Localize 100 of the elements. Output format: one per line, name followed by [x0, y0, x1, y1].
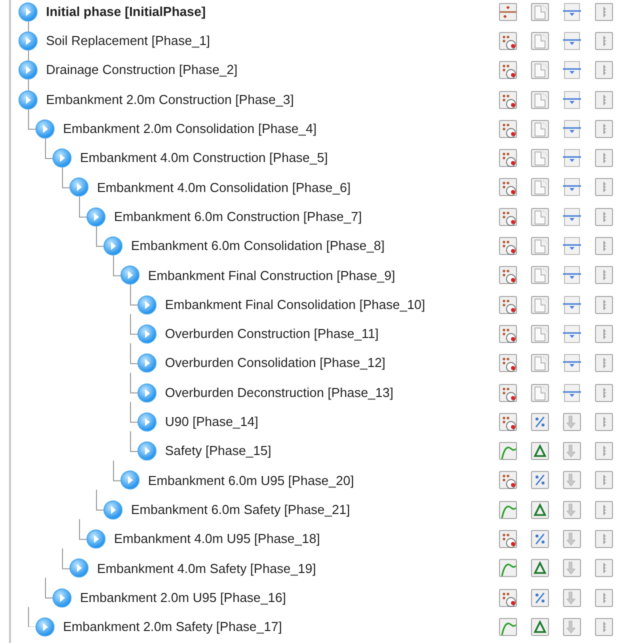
page-icon[interactable]	[530, 353, 550, 374]
k0-phase-icon[interactable]	[498, 2, 518, 22]
staged-construction-icon[interactable]	[498, 148, 518, 168]
thermometer-icon[interactable]	[594, 236, 614, 256]
water-level-icon[interactable]	[562, 177, 582, 198]
phase-icon[interactable]	[35, 118, 55, 139]
phase-icon[interactable]	[103, 236, 123, 256]
staged-construction-icon[interactable]	[498, 206, 518, 227]
thermometer-icon[interactable]	[594, 118, 614, 139]
staged-construction-icon[interactable]	[498, 60, 518, 80]
page-icon[interactable]	[530, 294, 550, 315]
staged-construction-icon[interactable]	[498, 382, 518, 402]
staged-construction-icon[interactable]	[498, 118, 518, 139]
water-level-icon[interactable]	[562, 2, 582, 22]
page-icon[interactable]	[530, 324, 550, 344]
staged-construction-icon[interactable]	[498, 412, 518, 432]
curve-icon[interactable]	[498, 558, 518, 578]
delta-icon[interactable]	[530, 441, 550, 462]
staged-construction-icon[interactable]	[498, 324, 518, 344]
water-level-icon[interactable]	[562, 30, 582, 51]
staged-construction-icon[interactable]	[498, 528, 518, 549]
thermometer-icon[interactable]	[594, 412, 614, 432]
phase-icon[interactable]	[35, 616, 55, 637]
page-icon[interactable]	[530, 382, 550, 402]
thermometer-icon[interactable]	[594, 177, 614, 198]
phase-icon[interactable]	[137, 382, 157, 402]
phase-icon[interactable]	[120, 470, 140, 490]
thermometer-icon[interactable]	[594, 382, 614, 402]
page-icon[interactable]	[530, 206, 550, 227]
page-icon[interactable]	[530, 2, 550, 22]
staged-construction-icon[interactable]	[498, 90, 518, 110]
phase-icon[interactable]	[86, 528, 106, 549]
water-level-icon[interactable]	[562, 60, 582, 80]
staged-construction-icon[interactable]	[498, 470, 518, 490]
phase-icon[interactable]	[137, 412, 157, 432]
phase-icon[interactable]	[103, 500, 123, 520]
water-level-icon[interactable]	[562, 90, 582, 110]
thermometer-icon[interactable]	[594, 500, 614, 520]
staged-construction-icon[interactable]	[498, 353, 518, 374]
staged-construction-icon[interactable]	[498, 588, 518, 608]
thermometer-icon[interactable]	[594, 148, 614, 168]
page-icon[interactable]	[530, 90, 550, 110]
page-icon[interactable]	[530, 177, 550, 198]
phase-icon[interactable]	[69, 177, 89, 198]
phase-icon[interactable]	[137, 353, 157, 374]
thermometer-icon[interactable]	[594, 324, 614, 344]
thermometer-icon[interactable]	[594, 265, 614, 286]
thermometer-icon[interactable]	[594, 2, 614, 22]
staged-construction-icon[interactable]	[498, 177, 518, 198]
delta-icon[interactable]	[530, 616, 550, 637]
thermometer-icon[interactable]	[594, 528, 614, 549]
curve-icon[interactable]	[498, 441, 518, 462]
water-level-icon[interactable]	[562, 324, 582, 344]
percent-icon[interactable]	[530, 470, 550, 490]
water-level-icon[interactable]	[562, 294, 582, 315]
page-icon[interactable]	[530, 148, 550, 168]
page-icon[interactable]	[530, 265, 550, 286]
phase-icon[interactable]	[137, 441, 157, 462]
thermometer-icon[interactable]	[594, 294, 614, 315]
water-level-icon[interactable]	[562, 148, 582, 168]
curve-icon[interactable]	[498, 500, 518, 520]
page-icon[interactable]	[530, 236, 550, 256]
thermometer-icon[interactable]	[594, 558, 614, 578]
thermometer-icon[interactable]	[594, 470, 614, 490]
phase-icon[interactable]	[18, 2, 38, 22]
water-level-icon[interactable]	[562, 236, 582, 256]
thermometer-icon[interactable]	[594, 60, 614, 80]
thermometer-icon[interactable]	[594, 206, 614, 227]
staged-construction-icon[interactable]	[498, 294, 518, 315]
phase-icon[interactable]	[137, 324, 157, 344]
phase-icon[interactable]	[137, 294, 157, 315]
phase-icon[interactable]	[86, 206, 106, 227]
staged-construction-icon[interactable]	[498, 30, 518, 51]
staged-construction-icon[interactable]	[498, 236, 518, 256]
thermometer-icon[interactable]	[594, 616, 614, 637]
percent-icon[interactable]	[530, 412, 550, 432]
water-level-icon[interactable]	[562, 382, 582, 402]
page-icon[interactable]	[530, 118, 550, 139]
percent-icon[interactable]	[530, 588, 550, 608]
staged-construction-icon[interactable]	[498, 265, 518, 286]
percent-icon[interactable]	[530, 528, 550, 549]
delta-icon[interactable]	[530, 558, 550, 578]
phase-icon[interactable]	[18, 60, 38, 80]
thermometer-icon[interactable]	[594, 90, 614, 110]
water-level-icon[interactable]	[562, 265, 582, 286]
curve-icon[interactable]	[498, 616, 518, 637]
phase-icon[interactable]	[69, 558, 89, 578]
water-level-icon[interactable]	[562, 206, 582, 227]
thermometer-icon[interactable]	[594, 30, 614, 51]
phase-icon[interactable]	[18, 90, 38, 110]
thermometer-icon[interactable]	[594, 588, 614, 608]
phase-icon[interactable]	[52, 148, 72, 168]
phase-icon[interactable]	[52, 588, 72, 608]
page-icon[interactable]	[530, 60, 550, 80]
phase-icon[interactable]	[18, 30, 38, 51]
water-level-icon[interactable]	[562, 353, 582, 374]
water-level-icon[interactable]	[562, 118, 582, 139]
thermometer-icon[interactable]	[594, 353, 614, 374]
thermometer-icon[interactable]	[594, 441, 614, 462]
page-icon[interactable]	[530, 30, 550, 51]
